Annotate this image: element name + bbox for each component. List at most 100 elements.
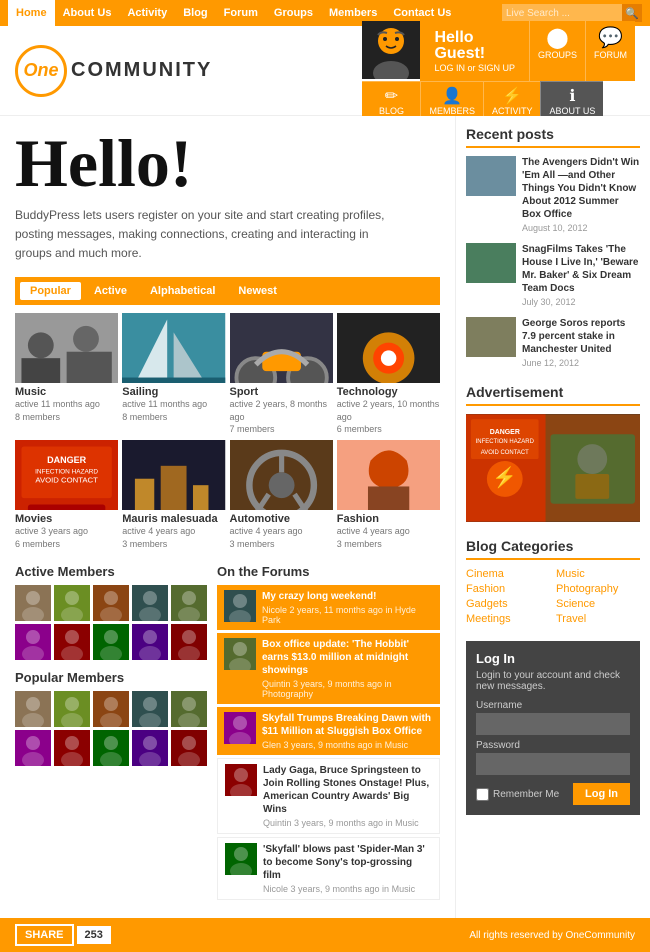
avatar-thumb[interactable] (54, 730, 90, 766)
svg-text:INFECTION HAZARD: INFECTION HAZARD (476, 439, 535, 445)
recent-post[interactable]: SnagFilms Takes 'The House I Live In,' '… (466, 243, 640, 307)
nav-item-home[interactable]: Home (8, 0, 55, 26)
avatar-thumb[interactable] (93, 585, 129, 621)
main-content: Hello! BuddyPress lets users register on… (0, 116, 455, 918)
group-card[interactable]: Mauris malesuada active 4 years ago3 mem… (122, 440, 225, 550)
password-input[interactable] (476, 753, 630, 775)
ad-image: DANGER INFECTION HAZARD AVOID CONTACT ⚡ (466, 414, 640, 522)
share-button[interactable]: Share (15, 924, 74, 946)
avatar-thumb[interactable] (93, 691, 129, 727)
tab-alphabetical[interactable]: Alphabetical (140, 282, 225, 300)
nav-search: 🔍 (502, 4, 642, 22)
forum-icon-cell[interactable]: 💬 FORUM (585, 21, 635, 81)
avatar-thumb[interactable] (171, 691, 207, 727)
avatar-thumb[interactable] (54, 624, 90, 660)
tab-newest[interactable]: Newest (228, 282, 287, 300)
tab-active[interactable]: Active (84, 282, 137, 300)
on-forums-title: On the Forums (217, 564, 440, 579)
svg-text:DANGER: DANGER (490, 429, 520, 436)
login-prompt[interactable]: LOG IN or SIGN UP (434, 63, 515, 73)
username-field: Username (476, 700, 630, 735)
forums-section: On the Forums My crazy long weekend! Nic… (217, 564, 440, 903)
blog-category[interactable]: Meetings (466, 613, 550, 625)
avatar-thumb[interactable] (15, 691, 51, 727)
avatar-thumb[interactable] (171, 624, 207, 660)
forum-post[interactable]: My crazy long weekend! Nicole 2 years, 1… (217, 585, 440, 630)
avatar-thumb[interactable] (15, 730, 51, 766)
login-title: Log In (476, 651, 630, 666)
active-avatar-grid (15, 585, 207, 660)
avatar-thumb[interactable] (54, 691, 90, 727)
avatar-thumb[interactable] (132, 624, 168, 660)
password-label: Password (476, 740, 630, 751)
group-card[interactable]: Music active 11 months ago8 members (15, 313, 118, 436)
group-card[interactable]: Fashion active 4 years ago3 members (337, 440, 440, 550)
blog-category[interactable]: Fashion (466, 583, 550, 595)
avatar-thumb[interactable] (15, 624, 51, 660)
forum-post[interactable]: Lady Gaga, Bruce Springsteen to Join Rol… (217, 758, 440, 834)
groups-icon-cell[interactable]: ⬤ GROUPS (529, 21, 585, 81)
avatar-thumb[interactable] (132, 730, 168, 766)
remember-checkbox[interactable] (476, 788, 489, 801)
recent-post[interactable]: The Avengers Didn't Win 'Em All —and Oth… (466, 156, 640, 233)
blog-icon-cell[interactable]: ✏ BLOG (362, 81, 420, 120)
login-box: Log In Login to your account and check n… (466, 641, 640, 815)
username-label: Username (476, 700, 630, 711)
avatar-thumb[interactable] (132, 585, 168, 621)
site-header: One Community Hello (0, 26, 650, 116)
nav-item-forum[interactable]: Forum (216, 0, 266, 26)
avatar-thumb[interactable] (54, 585, 90, 621)
members-icon-cell[interactable]: 👤 MEMBERS (420, 81, 483, 120)
nav-item-groups[interactable]: Groups (266, 0, 321, 26)
avatar-thumb[interactable] (93, 730, 129, 766)
avatar-thumb[interactable] (171, 585, 207, 621)
username-input[interactable] (476, 713, 630, 735)
copyright: All rights reserved by OneCommunity (469, 930, 635, 941)
forum-post[interactable]: 'Skyfall' blows past 'Spider-Man 3' to b… (217, 837, 440, 900)
popular-avatar-grid (15, 691, 207, 766)
hello-desc: BuddyPress lets users register on your s… (15, 206, 405, 264)
share-count: 253 (77, 926, 111, 944)
blog-category[interactable]: Cinema (466, 568, 550, 580)
about-icon-cell[interactable]: ℹ ABOUT US (540, 81, 603, 120)
forum-post[interactable]: Skyfall Trumps Breaking Dawn with $11 Mi… (217, 707, 440, 755)
members-forums-row: Active Members Popular Members On the Fo… (15, 564, 440, 903)
hero-widget: Hello Guest! LOG IN or SIGN UP ⬤ GROUPS … (362, 21, 635, 120)
hello-guest: Guest! (434, 45, 515, 63)
avatar-svg (362, 21, 420, 79)
avatar-thumb[interactable] (132, 691, 168, 727)
nav-item-about-us[interactable]: About Us (55, 0, 120, 26)
login-button[interactable]: Log In (573, 783, 630, 805)
activity-icon-cell[interactable]: ⚡ ACTIVITY (483, 81, 541, 120)
nav-item-blog[interactable]: Blog (175, 0, 215, 26)
search-input[interactable] (502, 4, 622, 22)
blog-category[interactable]: Photography (556, 583, 640, 595)
remember-me[interactable]: Remember Me (476, 788, 559, 801)
avatar (362, 21, 420, 79)
search-button[interactable]: 🔍 (622, 4, 642, 22)
avatar-thumb[interactable] (15, 585, 51, 621)
tab-popular[interactable]: Popular (20, 282, 81, 300)
blog-category[interactable]: Gadgets (466, 598, 550, 610)
recent-post[interactable]: George Soros reports 7.9 percent stake i… (466, 317, 640, 368)
recent-posts-title: Recent posts (466, 126, 640, 148)
recent-posts-list: The Avengers Didn't Win 'Em All —and Oth… (466, 156, 640, 368)
group-card[interactable]: Sport active 2 years, 8 months ago7 memb… (230, 313, 333, 436)
group-card[interactable]: Technology active 2 years, 10 months ago… (337, 313, 440, 436)
avatar-thumb[interactable] (93, 624, 129, 660)
blog-category[interactable]: Science (556, 598, 640, 610)
hero-hello-box[interactable]: Hello Guest! LOG IN or SIGN UP (420, 21, 529, 81)
login-footer: Remember Me Log In (476, 783, 630, 805)
blog-categories-title: Blog Categories (466, 538, 640, 560)
group-card[interactable]: Automotive active 4 years ago3 members (230, 440, 333, 550)
group-card[interactable]: Sailing active 11 months ago8 members (122, 313, 225, 436)
forum-post[interactable]: Box office update: 'The Hobbit' earns $1… (217, 633, 440, 704)
avatar-thumb[interactable] (171, 730, 207, 766)
group-card[interactable]: DANGERINFECTION HAZARDAVOID CONTACTBE VI… (15, 440, 118, 550)
blog-category[interactable]: Music (556, 568, 640, 580)
logo-community-text: Community (71, 59, 212, 82)
svg-text:DANGER: DANGER (47, 455, 87, 465)
nav-item-activity[interactable]: Activity (119, 0, 175, 26)
blog-category[interactable]: Travel (556, 613, 640, 625)
active-members: Active Members Popular Members (15, 564, 207, 903)
